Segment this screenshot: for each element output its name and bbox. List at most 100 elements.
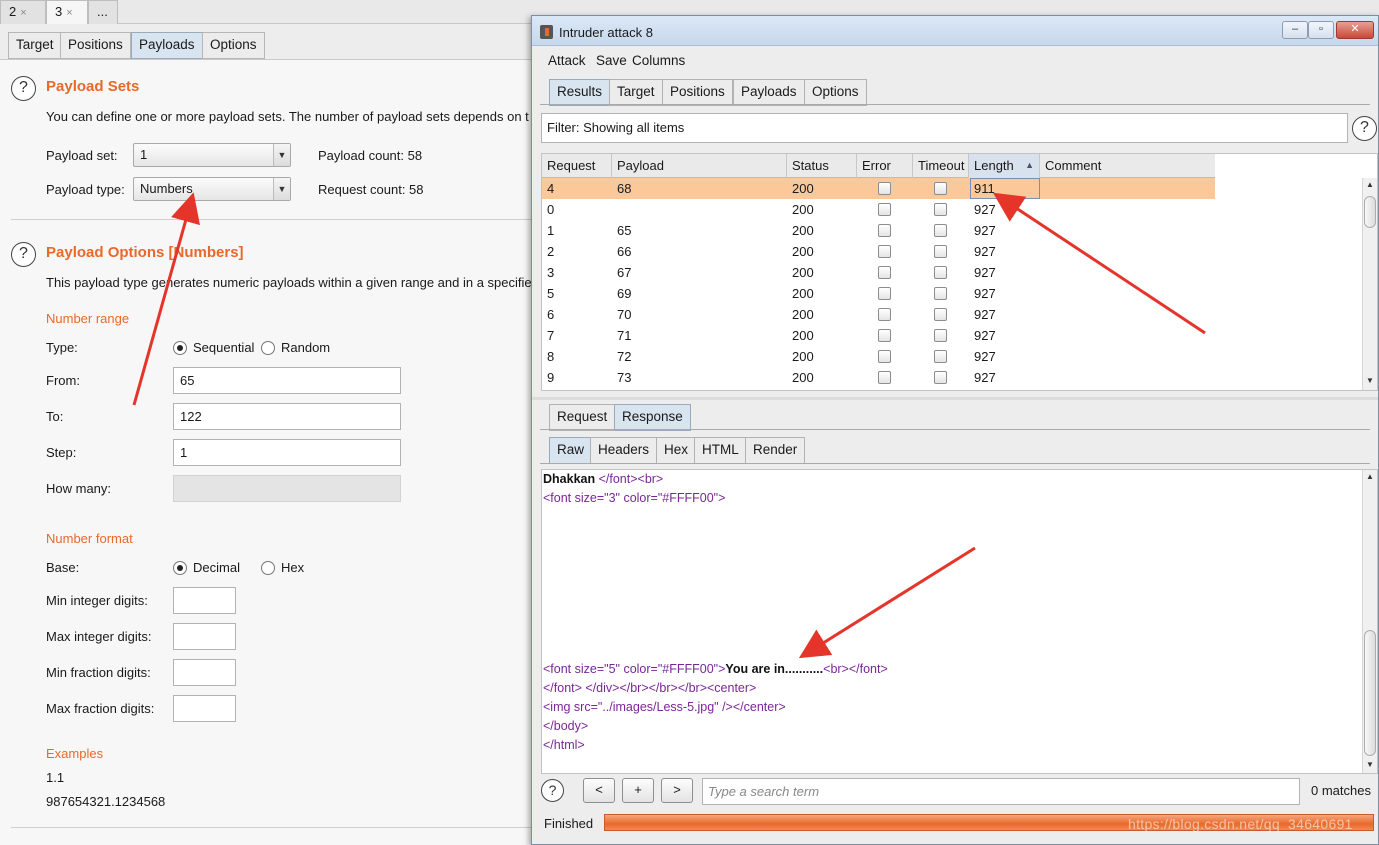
help-icon[interactable]: ?: [11, 242, 36, 267]
table-row[interactable]: 0 200 927: [542, 199, 1215, 220]
min-integer-input[interactable]: [173, 587, 236, 614]
hex-radio[interactable]: [261, 561, 275, 575]
chevron-down-icon[interactable]: ▼: [273, 178, 290, 200]
menu-columns[interactable]: Columns: [632, 53, 685, 68]
response-scrollbar[interactable]: ▲ ▼: [1362, 470, 1377, 773]
tab-headers[interactable]: Headers: [590, 437, 658, 464]
help-icon[interactable]: ?: [11, 76, 36, 101]
close-icon[interactable]: ×: [20, 7, 26, 19]
splitter-handle[interactable]: [532, 397, 1378, 400]
timeout-checkbox[interactable]: [934, 266, 947, 279]
chevron-down-icon[interactable]: ▼: [273, 144, 290, 166]
col-request[interactable]: Request: [542, 154, 612, 178]
table-row[interactable]: 6 70 200 927: [542, 304, 1215, 325]
tab-html[interactable]: HTML: [694, 437, 747, 464]
timeout-checkbox[interactable]: [934, 224, 947, 237]
error-checkbox[interactable]: [878, 350, 891, 363]
decimal-radio[interactable]: [173, 561, 187, 575]
tab-render[interactable]: Render: [745, 437, 806, 464]
tab-options[interactable]: Options: [202, 32, 265, 59]
timeout-checkbox[interactable]: [934, 371, 947, 384]
error-checkbox[interactable]: [878, 224, 891, 237]
random-radio[interactable]: [261, 341, 275, 355]
timeout-checkbox[interactable]: [934, 350, 947, 363]
menu-attack[interactable]: Attack: [548, 53, 586, 68]
tab-target[interactable]: Target: [609, 79, 663, 106]
tab-raw[interactable]: Raw: [549, 437, 593, 464]
col-error[interactable]: Error: [857, 154, 913, 178]
next-match-button[interactable]: >: [661, 778, 693, 803]
scroll-thumb[interactable]: [1364, 630, 1376, 756]
menu-save[interactable]: Save: [596, 53, 627, 68]
error-checkbox[interactable]: [878, 329, 891, 342]
watermark: https://blog.csdn.net/qq_34640691: [1128, 816, 1353, 832]
close-icon[interactable]: ✕: [1336, 21, 1374, 39]
col-status[interactable]: Status: [787, 154, 857, 178]
more-tabs[interactable]: ...: [88, 0, 118, 24]
previous-match-button[interactable]: <: [583, 778, 615, 803]
from-input[interactable]: 65: [173, 367, 401, 394]
tab-target[interactable]: Target: [8, 32, 62, 59]
response-viewer[interactable]: Dhakkan </font><br> <font size="3" color…: [541, 469, 1378, 774]
timeout-checkbox[interactable]: [934, 329, 947, 342]
col-timeout[interactable]: Timeout: [913, 154, 969, 178]
tab-hex[interactable]: Hex: [656, 437, 697, 464]
minimize-icon[interactable]: –: [1282, 21, 1308, 39]
add-match-button[interactable]: +: [622, 778, 654, 803]
error-checkbox[interactable]: [878, 266, 891, 279]
to-input[interactable]: 122: [173, 403, 401, 430]
error-checkbox[interactable]: [878, 182, 891, 195]
max-fraction-input[interactable]: [173, 695, 236, 722]
tab-request[interactable]: Request: [549, 404, 616, 431]
step-input[interactable]: 1: [173, 439, 401, 466]
table-row[interactable]: 7 71 200 927: [542, 325, 1215, 346]
error-checkbox[interactable]: [878, 245, 891, 258]
col-payload[interactable]: Payload: [612, 154, 787, 178]
tab-response[interactable]: Response: [614, 404, 691, 431]
maximize-icon[interactable]: ▫: [1308, 21, 1334, 39]
table-row[interactable]: 8 72 200 927: [542, 346, 1215, 367]
scroll-thumb[interactable]: [1364, 196, 1376, 228]
table-row[interactable]: 2 66 200 927: [542, 241, 1215, 262]
timeout-checkbox[interactable]: [934, 287, 947, 300]
scroll-up-icon[interactable]: ▲: [1363, 178, 1377, 192]
scroll-down-icon[interactable]: ▼: [1363, 758, 1377, 772]
max-integer-input[interactable]: [173, 623, 236, 650]
error-checkbox[interactable]: [878, 371, 891, 384]
payload-set-select[interactable]: 1 ▼: [133, 143, 291, 167]
table-row[interactable]: 1 65 200 927: [542, 220, 1215, 241]
table-row[interactable]: 3 67 200 927: [542, 262, 1215, 283]
error-checkbox[interactable]: [878, 308, 891, 321]
table-row[interactable]: 5 69 200 927: [542, 283, 1215, 304]
attack-tab-2[interactable]: 2 ×: [0, 0, 46, 24]
tab-results[interactable]: Results: [549, 79, 611, 106]
min-fraction-input[interactable]: [173, 659, 236, 686]
table-row[interactable]: 9 73 200 927: [542, 367, 1215, 388]
help-icon[interactable]: ?: [1352, 116, 1377, 141]
help-icon[interactable]: ?: [541, 779, 564, 802]
error-checkbox[interactable]: [878, 287, 891, 300]
error-checkbox[interactable]: [878, 203, 891, 216]
search-input[interactable]: Type a search term: [702, 778, 1300, 805]
scroll-down-icon[interactable]: ▼: [1363, 374, 1377, 388]
table-row[interactable]: 4 68 200 911: [542, 178, 1215, 199]
payload-type-select[interactable]: Numbers ▼: [133, 177, 291, 201]
timeout-checkbox[interactable]: [934, 308, 947, 321]
title-bar[interactable]: Intruder attack 8 – ▫ ✕: [532, 16, 1378, 46]
tab-payloads[interactable]: Payloads: [131, 32, 203, 59]
filter-bar[interactable]: Filter: Showing all items: [541, 113, 1348, 143]
scroll-up-icon[interactable]: ▲: [1363, 470, 1377, 484]
tab-positions[interactable]: Positions: [662, 79, 733, 106]
attack-tab-3[interactable]: 3 ×: [46, 0, 88, 24]
sequential-radio[interactable]: [173, 341, 187, 355]
tab-payloads[interactable]: Payloads: [733, 79, 805, 106]
close-icon[interactable]: ×: [66, 7, 72, 19]
results-scrollbar[interactable]: ▲ ▼: [1362, 178, 1377, 390]
col-length[interactable]: Length ▲: [969, 154, 1040, 178]
tab-options[interactable]: Options: [804, 79, 867, 106]
timeout-checkbox[interactable]: [934, 245, 947, 258]
timeout-checkbox[interactable]: [934, 182, 947, 195]
timeout-checkbox[interactable]: [934, 203, 947, 216]
tab-positions[interactable]: Positions: [60, 32, 131, 59]
col-comment[interactable]: Comment: [1040, 154, 1215, 178]
